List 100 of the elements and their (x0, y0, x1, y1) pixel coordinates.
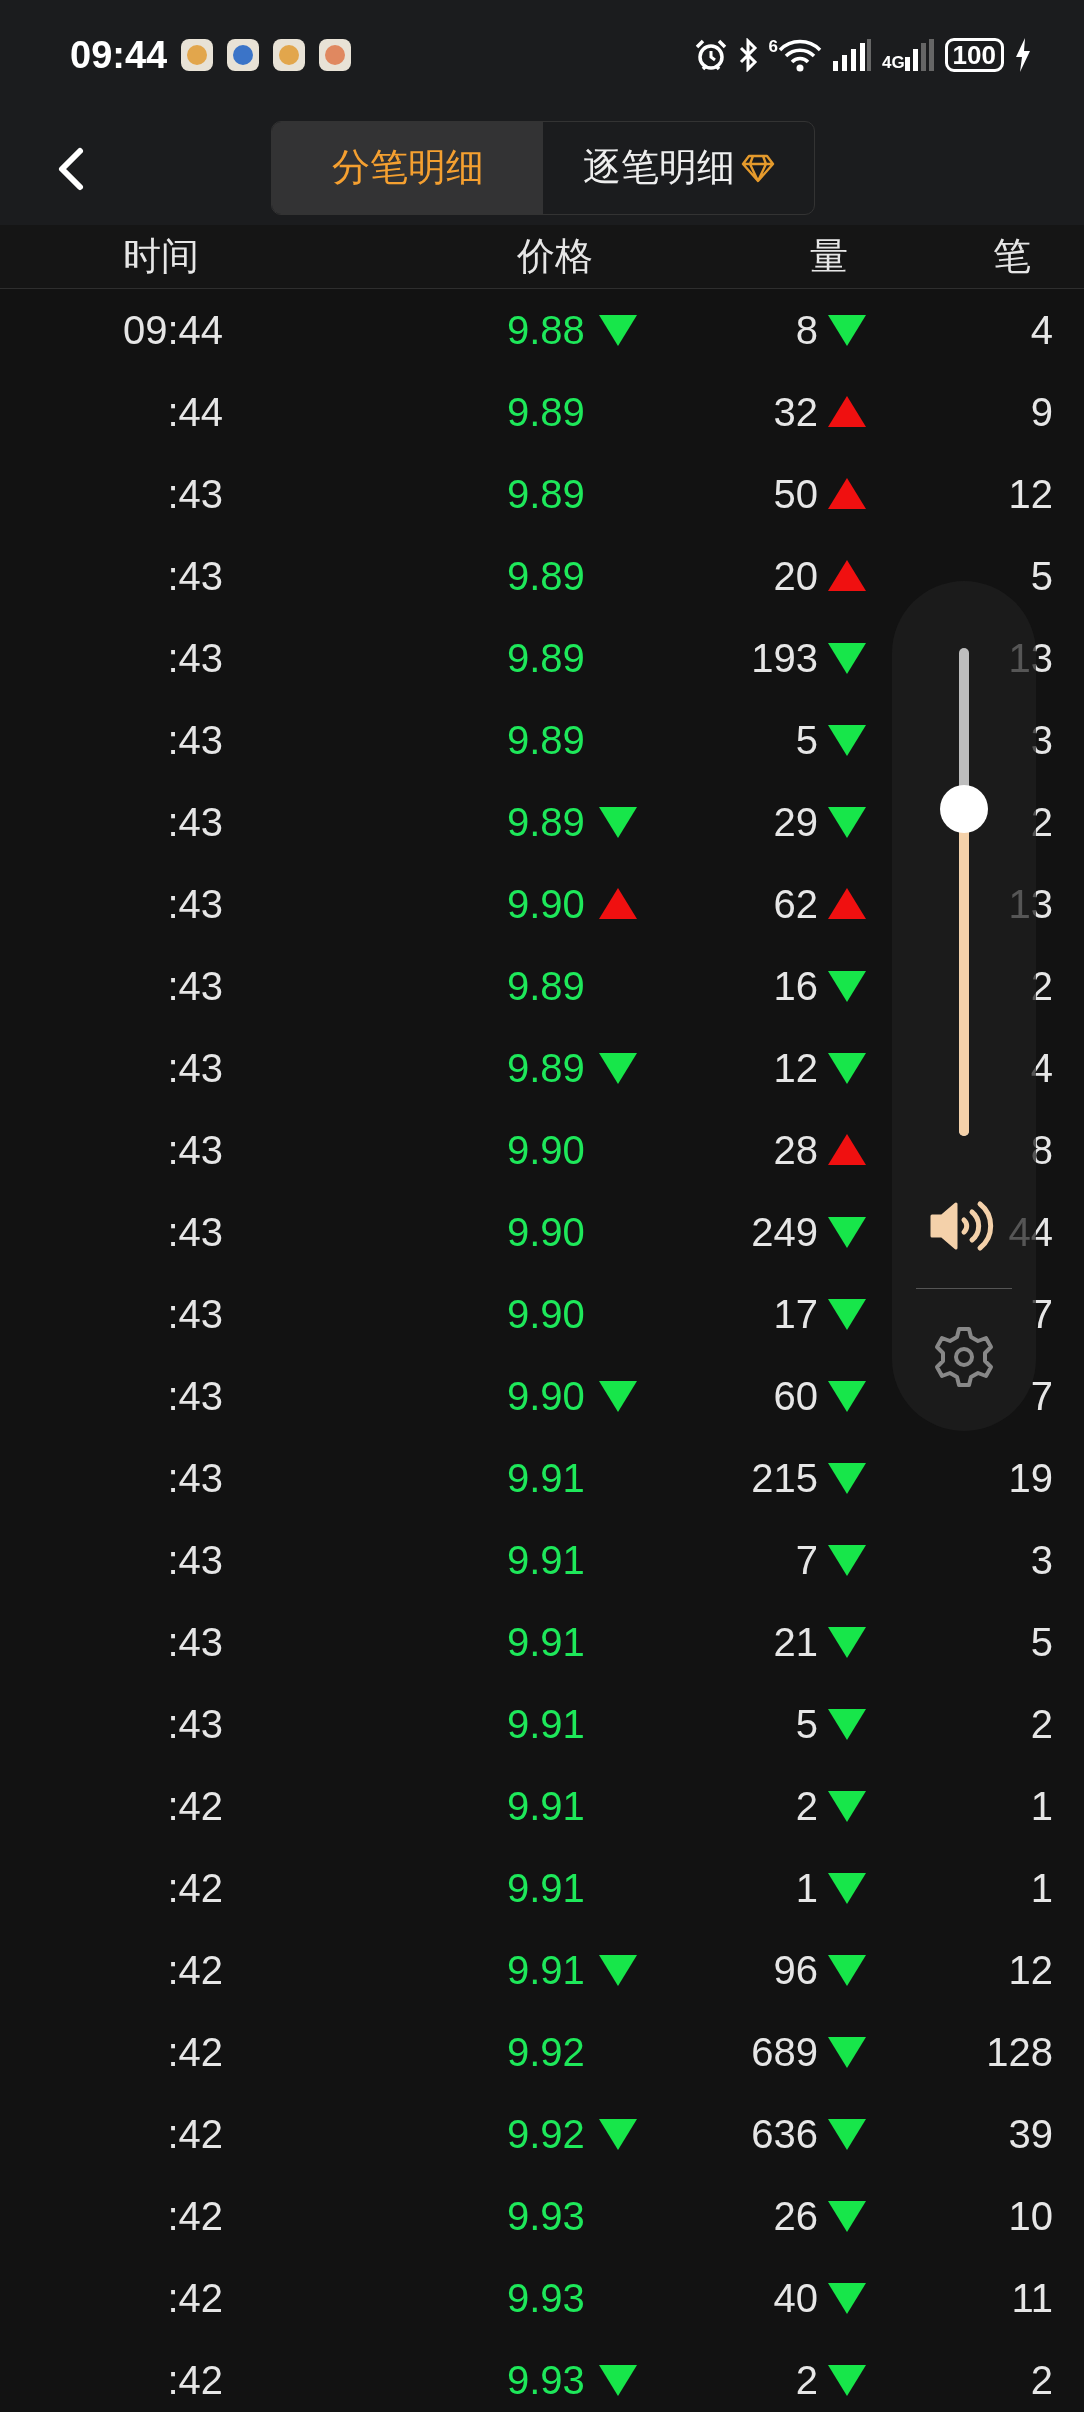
app-icon (319, 39, 352, 71)
column-header: 价格 (516, 234, 594, 279)
time-cell-text: :42 (166, 2193, 223, 2239)
volume-cell-text: 215 (750, 1455, 818, 1501)
time-cell-text: :43 (166, 1537, 223, 1583)
volume-cell-text: 5 (794, 1701, 818, 1747)
price-cell: 9.91 (507, 1537, 585, 1583)
time-cell-text: :44 (166, 389, 223, 435)
app-icon (273, 39, 306, 71)
time-cell-text: :43 (166, 717, 223, 763)
count-cell: 2 (1030, 799, 1053, 845)
price-cell: 9.89 (507, 635, 585, 681)
wifi-label: 6 (768, 38, 778, 55)
time-cell-text: :42 (166, 1783, 223, 1829)
count-cell: 1 (1030, 1783, 1053, 1829)
price-cell: 9.93 (507, 2357, 585, 2403)
volume-cell-text: 17 (772, 1291, 818, 1337)
time-cell-text: :43 (166, 1045, 223, 1091)
count-cell: 4 (1030, 307, 1053, 353)
price-cell: 9.89 (507, 471, 585, 517)
volume-cell-text: 96 (772, 1947, 818, 1993)
slider-thumb[interactable] (940, 785, 988, 834)
time-cell-text: :43 (166, 1373, 223, 1419)
time-cell-text: :43 (166, 1291, 223, 1337)
price-cell: 9.91 (507, 1455, 585, 1501)
price-cell: 9.89 (507, 389, 585, 435)
time-cell-text: :42 (166, 2111, 223, 2157)
column-header: 时间 (122, 234, 200, 279)
price-cell: 9.92 (507, 2029, 585, 2075)
volume-cell-text: 50 (772, 471, 818, 517)
price-cell: 9.93 (507, 2275, 585, 2321)
count-cell: 7 (1030, 1373, 1053, 1419)
app-icon (181, 39, 214, 71)
volume-cell-text: 62 (772, 881, 818, 927)
volume-cell-text: 12 (772, 1045, 818, 1091)
battery-level: 100 (944, 38, 1004, 72)
volume-cell-text: 32 (772, 389, 818, 435)
time-cell-text: :43 (166, 1619, 223, 1665)
price-cell: 9.90 (507, 1291, 585, 1337)
count-cell: 128 (986, 2029, 1053, 2075)
time-cell-text: :43 (166, 1455, 223, 1501)
volume-cell-text: 7 (794, 1537, 818, 1583)
time-cell-text: :42 (166, 1947, 223, 1993)
count-cell: 19 (1008, 1455, 1053, 1501)
count-cell: 3 (1030, 1537, 1053, 1583)
volume-cell-text: 193 (750, 635, 818, 681)
time-cell-text: :43 (166, 635, 223, 681)
volume-cell-text: 28 (772, 1127, 818, 1173)
count-cell: 5 (1030, 553, 1053, 599)
wifi-icon (777, 38, 822, 72)
time-cell-text: :43 (166, 553, 223, 599)
price-cell: 9.90 (507, 881, 585, 927)
volume-cell-text: 636 (750, 2111, 818, 2157)
count-cell: 7 (1030, 1291, 1053, 1337)
volume-cell-text: 29 (772, 799, 818, 845)
count-cell: 10 (1008, 2193, 1053, 2239)
count-cell: 9 (1030, 389, 1053, 435)
time-cell-text: :43 (166, 1701, 223, 1747)
time-cell-text: :43 (166, 881, 223, 927)
volume-cell-text: 689 (750, 2029, 818, 2075)
column-header: 笔 (992, 234, 1032, 279)
price-cell: 9.89 (507, 553, 585, 599)
time-cell-text: :42 (166, 2357, 223, 2403)
count-cell: 39 (1008, 2111, 1053, 2157)
volume-cell-text: 2 (794, 2357, 818, 2403)
count-cell: 4 (1030, 1045, 1053, 1091)
price-cell: 9.93 (507, 2193, 585, 2239)
price-cell: 9.92 (507, 2111, 585, 2157)
count-cell: 1 (1030, 1865, 1053, 1911)
signal-icon (904, 39, 935, 71)
price-cell: 9.91 (507, 1947, 585, 1993)
price-cell: 9.89 (507, 717, 585, 763)
settings-icon[interactable] (932, 1325, 996, 1389)
price-cell: 9.91 (507, 1701, 585, 1747)
count-cell: 3 (1030, 717, 1053, 763)
volume-cell-text: 8 (794, 307, 818, 353)
time-cell-text: :43 (166, 1209, 223, 1255)
volume-cell-text: 21 (772, 1619, 818, 1665)
status-time: 09:44 (70, 33, 168, 77)
volume-cell-text: 249 (750, 1209, 818, 1255)
volume-cell-text: 26 (772, 2193, 818, 2239)
price-cell: 9.88 (507, 307, 585, 353)
time-cell-text: :42 (166, 2275, 223, 2321)
time-cell-text: :42 (166, 1865, 223, 1911)
count-cell: 2 (1030, 1701, 1053, 1747)
tab[interactable]: 分笔明细 (272, 121, 543, 214)
app-icon (227, 39, 260, 71)
volume-cell-text: 1 (794, 1865, 818, 1911)
price-cell: 9.91 (507, 1619, 585, 1665)
price-cell: 9.89 (507, 1045, 585, 1091)
price-cell: 9.89 (507, 799, 585, 845)
count-cell: 2 (1030, 2357, 1053, 2403)
count-cell: 5 (1030, 1619, 1053, 1665)
count-cell: 8 (1030, 1127, 1053, 1173)
tab[interactable]: 逐笔明细 (543, 121, 814, 214)
time-cell-text: :43 (166, 799, 223, 845)
count-cell: 2 (1030, 963, 1053, 1009)
price-cell: 9.90 (507, 1373, 585, 1419)
volume-cell-text: 5 (794, 717, 818, 763)
volume-cell-text: 16 (772, 963, 818, 1009)
